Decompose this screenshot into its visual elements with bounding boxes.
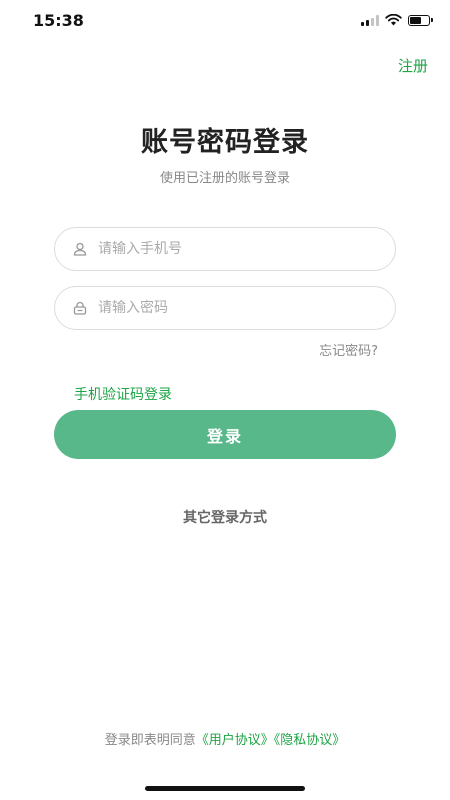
status-time: 15:38 xyxy=(33,11,84,30)
battery-fill xyxy=(410,16,421,24)
agreement-prefix: 登录即表明同意 xyxy=(104,733,196,748)
user-icon xyxy=(73,242,87,256)
login-button[interactable]: 登录 xyxy=(54,410,396,459)
page-subtitle: 使用已注册的账号登录 xyxy=(159,171,290,186)
status-bar: 15:38 xyxy=(0,0,450,44)
forgot-password-link[interactable]: 忘记密码? xyxy=(319,340,378,359)
wifi-icon xyxy=(385,14,402,26)
privacy-policy-link[interactable]: 《隐私协议》 xyxy=(274,733,346,748)
lock-icon xyxy=(73,301,87,315)
user-agreement-link[interactable]: 《用户协议》 xyxy=(196,733,274,748)
password-field[interactable] xyxy=(54,286,396,330)
other-login-methods[interactable]: 其它登录方式 xyxy=(0,507,450,527)
sms-login-link[interactable]: 手机验证码登录 xyxy=(74,384,172,404)
phone-field[interactable] xyxy=(54,227,396,271)
phone-input[interactable] xyxy=(96,240,370,258)
battery-icon xyxy=(408,14,433,26)
page-title: 账号密码登录 xyxy=(141,127,309,158)
status-icons xyxy=(361,14,433,26)
cellular-signal-icon xyxy=(361,14,379,26)
password-input[interactable] xyxy=(96,299,370,317)
register-link[interactable]: 注册 xyxy=(398,55,428,76)
home-indicator xyxy=(145,786,305,791)
agreement-text: 登录即表明同意《用户协议》《隐私协议》 xyxy=(0,729,450,748)
